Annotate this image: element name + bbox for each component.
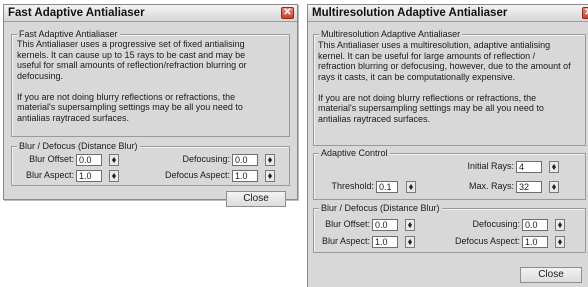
description-line: rays it casts, it can be computationally… <box>318 71 516 82</box>
defocus-aspect-input[interactable]: 1.0 <box>522 236 548 248</box>
blur-offset-input[interactable]: 0.0 <box>76 154 102 166</box>
close-button[interactable]: Close <box>226 191 286 207</box>
group-title: Adaptive Control <box>319 148 390 159</box>
description-line: kernel. It can be useful for large amoun… <box>318 50 536 61</box>
description-line: antialias raytraced surfaces. <box>17 112 130 123</box>
initial-rays-label: Initial Rays: <box>467 161 514 171</box>
max-rays-label: Max. Rays: <box>468 181 514 191</box>
description-group: Fast Adaptive Antialiaser This Antialias… <box>11 29 290 137</box>
defocusing-input[interactable]: 0.0 <box>232 154 258 166</box>
group-title: Blur / Defocus (Distance Blur) <box>319 203 442 214</box>
initial-rays-spinner[interactable] <box>549 161 559 173</box>
description-group: Multiresolution Adaptive Antialiaser Thi… <box>313 29 586 146</box>
defocus-aspect-spinner[interactable] <box>265 170 275 182</box>
blur-aspect-label: Blur Aspect: <box>321 236 370 246</box>
blur-offset-input[interactable]: 0.0 <box>372 219 398 231</box>
defocusing-label: Defocusing: <box>182 154 230 164</box>
defocus-aspect-label: Defocus Aspect: <box>454 236 520 246</box>
close-x-icon[interactable]: ✕ <box>582 7 588 19</box>
description-line: useful for small amounts of reflection/r… <box>17 60 247 70</box>
dialog-title: Multiresolution Adaptive Antialiaser <box>312 7 508 19</box>
multiresolution-adaptive-antialiaser-dialog: Multiresolution Adaptive Antialiaser ✕ M… <box>307 4 588 287</box>
blur-offset-spinner[interactable] <box>405 219 415 231</box>
description-text: This Antialiaser uses a progressive set … <box>17 39 247 123</box>
defocusing-spinner[interactable] <box>555 219 565 231</box>
fast-adaptive-antialiaser-dialog: Fast Adaptive Antialiaser ✕ Fast Adaptiv… <box>3 4 298 207</box>
description-line: kernels. It can cause up to 15 rays to b… <box>17 49 246 60</box>
description-line: If you are not doing blurry reflections … <box>318 92 537 103</box>
description-line: refraction blurring or defocusing, howev… <box>318 61 571 71</box>
threshold-input[interactable]: 0.1 <box>376 181 398 193</box>
max-rays-input[interactable]: 32 <box>516 181 542 193</box>
dialog-title: Fast Adaptive Antialiaser <box>8 7 145 19</box>
description-line: defocusing. <box>17 70 64 81</box>
description-line: This Antialiaser uses a progressive set … <box>17 39 245 49</box>
threshold-label: Threshold: <box>331 181 374 191</box>
adaptive-control-group: Adaptive Control Initial Rays: 4 Thresho… <box>313 148 586 200</box>
dialog-title-bar[interactable]: Multiresolution Adaptive Antialiaser ✕ <box>308 5 588 22</box>
blur-defocus-group: Blur / Defocus (Distance Blur) Blur Offs… <box>11 141 290 186</box>
defocusing-label: Defocusing: <box>472 219 520 229</box>
blur-aspect-spinner[interactable] <box>109 170 119 182</box>
blur-aspect-spinner[interactable] <box>405 236 415 248</box>
dialog-title-bar[interactable]: Fast Adaptive Antialiaser ✕ <box>4 5 297 22</box>
blur-aspect-input[interactable]: 1.0 <box>76 170 102 182</box>
blur-aspect-input[interactable]: 1.0 <box>372 236 398 248</box>
description-line: material's supersampling settings may be… <box>17 102 243 112</box>
max-rays-spinner[interactable] <box>549 181 559 193</box>
description-text: This Antialiaser uses a multiresolution,… <box>318 40 571 124</box>
description-line: This Antialiaser uses a multiresolution,… <box>318 40 551 50</box>
group-title: Blur / Defocus (Distance Blur) <box>17 141 140 152</box>
close-button[interactable]: Close <box>520 267 582 283</box>
description-line: antialias raytraced surfaces. <box>318 113 431 124</box>
group-title: Multiresolution Adaptive Antialiaser <box>319 29 463 40</box>
description-line: If you are not doing blurry reflections … <box>17 91 236 102</box>
blur-offset-spinner[interactable] <box>109 154 119 166</box>
defocus-aspect-label: Defocus Aspect: <box>164 170 230 180</box>
blur-aspect-label: Blur Aspect: <box>25 170 74 180</box>
defocusing-spinner[interactable] <box>265 154 275 166</box>
description-line <box>17 81 247 92</box>
threshold-spinner[interactable] <box>406 181 416 193</box>
initial-rays-input[interactable]: 4 <box>516 161 542 173</box>
blur-offset-label: Blur Offset: <box>325 219 370 229</box>
defocus-aspect-spinner[interactable] <box>555 236 565 248</box>
close-x-icon[interactable]: ✕ <box>281 7 294 19</box>
description-line <box>318 82 571 93</box>
blur-offset-label: Blur Offset: <box>29 154 74 164</box>
defocus-aspect-input[interactable]: 1.0 <box>232 170 258 182</box>
defocusing-input[interactable]: 0.0 <box>522 219 548 231</box>
blur-defocus-group: Blur / Defocus (Distance Blur) Blur Offs… <box>313 203 586 253</box>
description-line: material's supersampling settings may be… <box>318 103 544 113</box>
